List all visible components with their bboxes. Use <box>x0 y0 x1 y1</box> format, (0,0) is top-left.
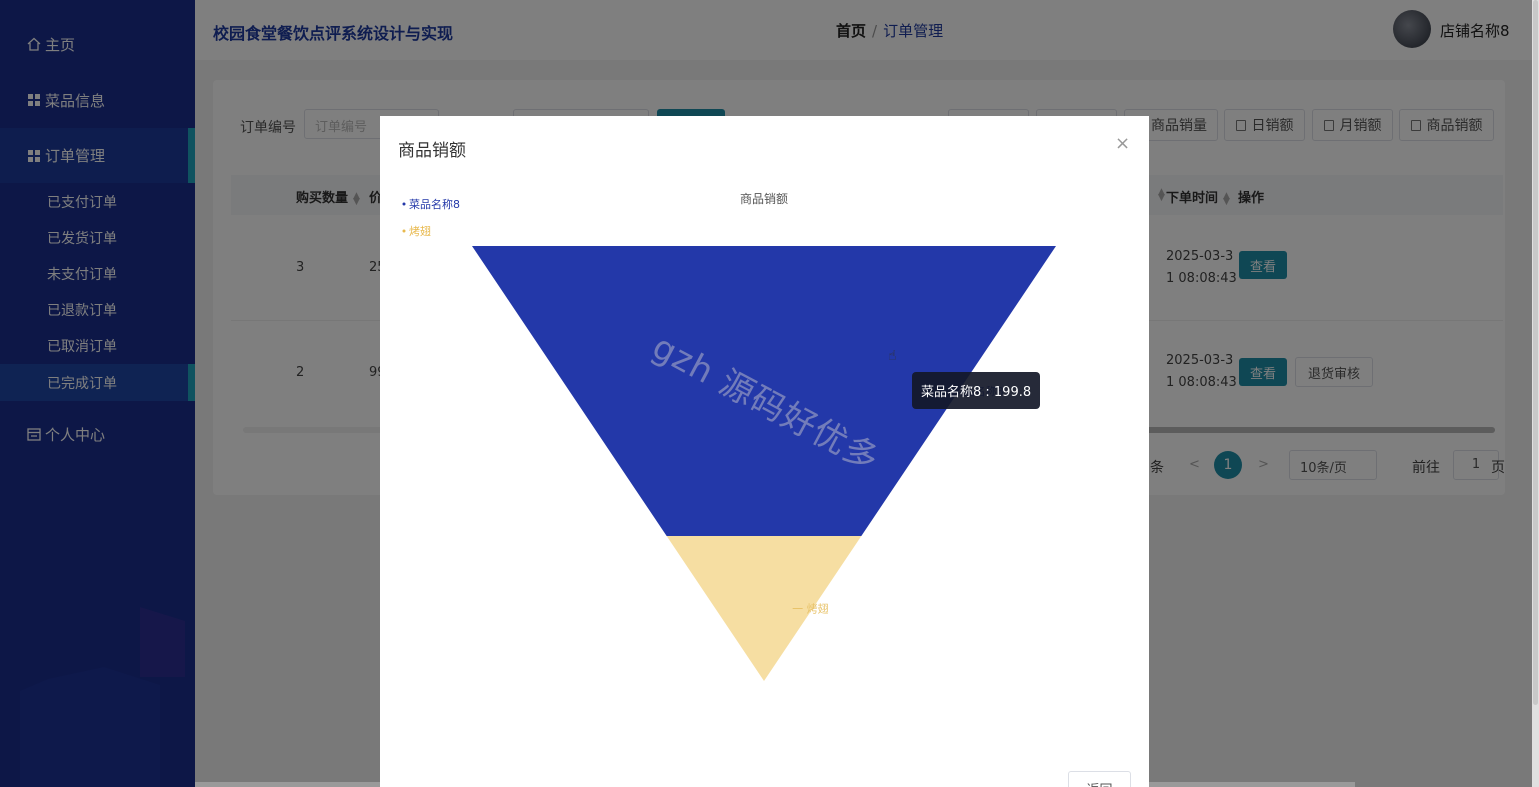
legend-entry: 烤翅 <box>409 224 431 238</box>
chart-title: 商品销额 <box>740 191 788 206</box>
legend-entry: 菜品名称8 <box>409 197 460 211</box>
return-button[interactable]: 返回 <box>1068 771 1131 787</box>
funnel-segment <box>666 536 862 681</box>
chart-tooltip: 菜品名称8 : 199.8 <box>912 372 1041 409</box>
pointer-cursor-icon: ☝ <box>888 348 897 364</box>
chart-dialog: 商品销额 × 商品销额菜品名称8烤翅菜品名称8烤翅 gzh 源码好优多 菜品名称… <box>380 116 1149 787</box>
funnel-chart: 商品销额菜品名称8烤翅菜品名称8烤翅 <box>402 191 1056 681</box>
page-vertical-scrollbar-thumb[interactable] <box>1533 0 1538 705</box>
legend-marker <box>402 229 406 233</box>
legend-marker <box>402 202 406 206</box>
funnel-label: 烤翅 <box>807 602 829 616</box>
